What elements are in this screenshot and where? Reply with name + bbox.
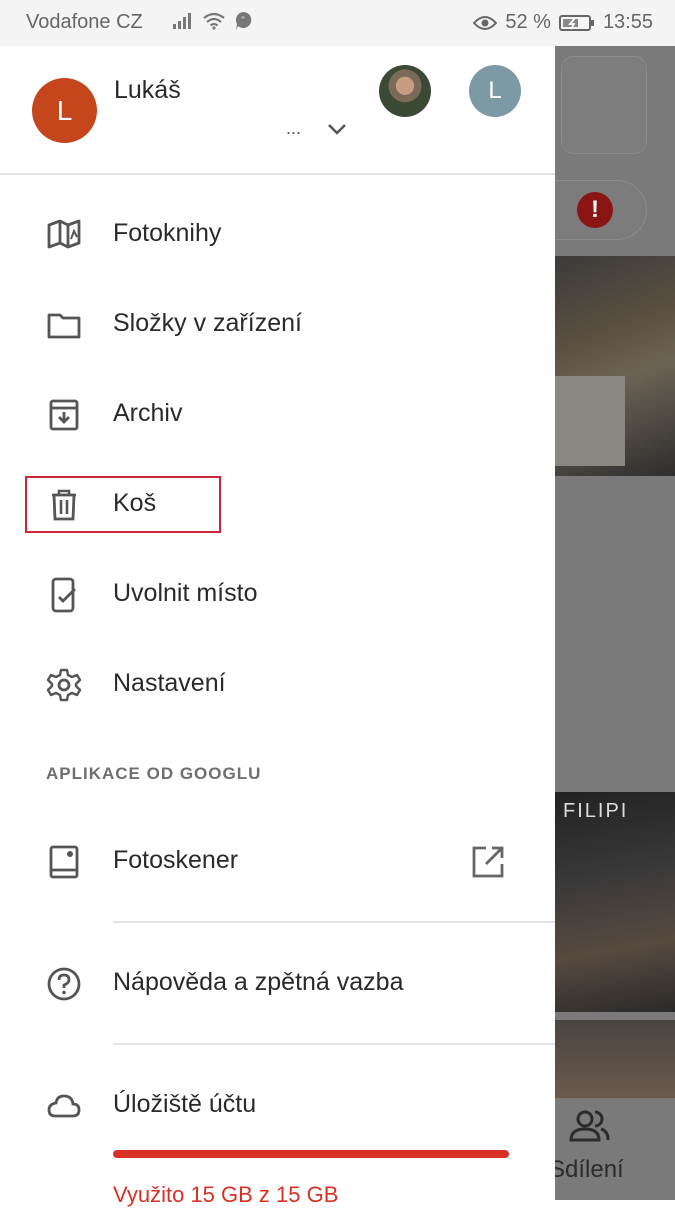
avatar: L	[32, 78, 97, 143]
background-search-card	[561, 56, 647, 154]
menu-item-label: Archiv	[113, 399, 183, 427]
clock: 13:55	[602, 11, 653, 33]
gear-icon	[46, 668, 82, 702]
help-icon	[47, 967, 81, 1001]
divider	[0, 173, 555, 175]
background-photo-detail	[555, 376, 625, 466]
storage-usage-bar	[113, 1150, 509, 1158]
chevron-down-icon[interactable]	[326, 122, 348, 136]
menu-item-archive[interactable]: Archiv	[0, 379, 555, 451]
menu-item-photobooks[interactable]: Fotoknihy	[0, 199, 555, 271]
menu-item-help[interactable]: Nápověda a zpětná vazba	[0, 948, 555, 1020]
phone-check-icon	[51, 577, 76, 613]
menu-item-settings[interactable]: Nastavení	[0, 649, 555, 721]
menu-item-label: Úložiště účtu	[113, 1090, 257, 1118]
navigation-drawer: L Lukáš ... L Fotoknihy Složky v zařízen…	[0, 46, 555, 1207]
account-name: Lukáš	[114, 76, 181, 104]
battery-percent: 52 %	[505, 11, 551, 33]
account-email: ...	[286, 118, 302, 138]
background-photo	[555, 1020, 675, 1098]
menu-item-device-folders[interactable]: Složky v zařízení	[0, 289, 555, 361]
alert-icon: !	[577, 192, 613, 228]
account-header[interactable]: L Lukáš ... L	[0, 46, 555, 174]
divider	[113, 1043, 555, 1045]
status-bar: Vodafone CZ " 52 % 13:55	[0, 0, 675, 46]
signal-icon	[173, 13, 191, 29]
message-icon: "	[235, 11, 252, 31]
account-switch-avatar-photo[interactable]	[379, 65, 431, 117]
wifi-icon	[203, 12, 225, 30]
battery-icon	[558, 14, 594, 31]
share-tab-label: Sdílení	[555, 1156, 624, 1183]
folder-icon	[47, 313, 81, 339]
background-bottom-nav: Sdílení	[555, 1098, 675, 1200]
account-switch-avatar[interactable]: L	[469, 65, 521, 117]
menu-item-label: Uvolnit místo	[113, 579, 258, 607]
photobook-icon	[47, 219, 81, 249]
background-photo-caption: FILIPI	[563, 800, 629, 822]
menu-item-label: Nastavení	[113, 669, 226, 697]
background-app-scrim[interactable]: ! FILIPI Sdílení	[555, 46, 675, 1200]
archive-icon	[49, 399, 79, 431]
divider	[113, 921, 555, 923]
menu-item-label: Nápověda a zpětná vazba	[113, 968, 404, 996]
background-photo: FILIPI	[555, 792, 675, 1012]
status-icons-left: "	[172, 11, 252, 31]
trash-highlight-box	[25, 476, 221, 533]
status-icons-right: 52 % 13:55	[473, 11, 653, 34]
menu-item-account-storage[interactable]: Úložiště účtu	[0, 1070, 555, 1142]
menu-item-label: Fotoknihy	[113, 219, 222, 247]
carrier-name: Vodafone CZ	[26, 11, 143, 33]
photoscan-icon	[49, 845, 79, 879]
menu-item-label: Fotoskener	[113, 846, 239, 874]
section-header-google-apps: APLIKACE OD GOOGLU	[46, 764, 262, 783]
eye-icon	[473, 15, 498, 30]
cloud-icon	[47, 1094, 81, 1118]
menu-item-free-up-space[interactable]: Uvolnit místo	[0, 559, 555, 631]
external-link-icon[interactable]	[470, 844, 506, 880]
storage-usage-text: Využito 15 GB z 15 GB	[113, 1182, 339, 1207]
svg-text:": "	[241, 15, 244, 25]
people-icon	[569, 1110, 610, 1142]
menu-item-label: Složky v zařízení	[113, 309, 302, 337]
